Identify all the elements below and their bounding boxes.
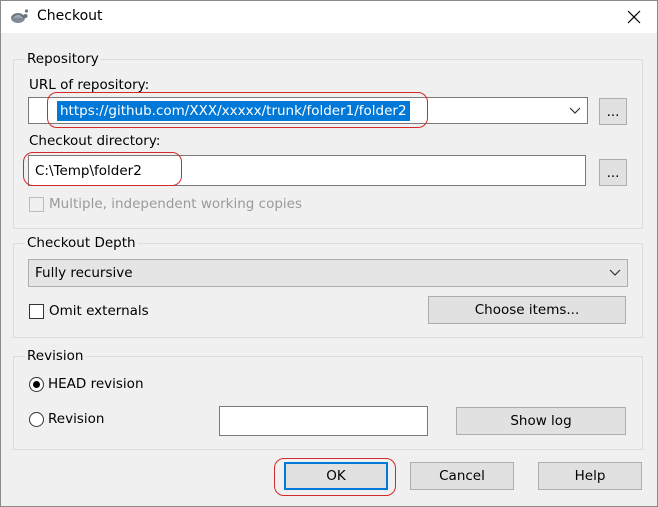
window-title: Checkout: [37, 8, 103, 24]
chevron-down-icon: [609, 269, 621, 276]
revision-label: Revision: [48, 411, 105, 427]
omit-externals-checkbox[interactable]: [29, 304, 44, 319]
show-log-button[interactable]: Show log: [456, 407, 626, 435]
choose-items-button[interactable]: Choose items...: [428, 296, 626, 324]
head-revision-label: HEAD revision: [48, 376, 144, 392]
omit-externals-label: Omit externals: [49, 303, 149, 319]
multiple-copies-checkbox[interactable]: [29, 197, 44, 212]
url-value: https://github.com/XXX/xxxxx/trunk/folde…: [57, 100, 410, 121]
tortoise-icon: [11, 9, 29, 23]
revision-radio[interactable]: [29, 412, 44, 427]
multiple-copies-label: Multiple, independent working copies: [49, 196, 303, 212]
checkout-directory-value: C:\Temp\folder2: [35, 162, 142, 179]
help-button[interactable]: Help: [538, 462, 642, 490]
cancel-button[interactable]: Cancel: [410, 462, 514, 490]
url-label: URL of repository:: [29, 77, 150, 93]
checkout-depth-group-label: Checkout Depth: [25, 235, 138, 251]
ok-button[interactable]: OK: [284, 462, 388, 490]
close-icon: [627, 10, 641, 24]
checkout-dialog: Checkout Repository URL of repository: h…: [0, 0, 658, 507]
chevron-down-icon: [569, 107, 581, 114]
revision-field[interactable]: [219, 406, 428, 436]
revision-group-label: Revision: [25, 348, 86, 364]
checkout-directory-label: Checkout directory:: [29, 133, 161, 149]
browse-url-button[interactable]: ...: [599, 98, 627, 125]
url-combobox[interactable]: https://github.com/XXX/xxxxx/trunk/folde…: [28, 97, 588, 124]
browse-directory-button[interactable]: ...: [599, 159, 627, 186]
depth-selected: Fully recursive: [35, 265, 133, 281]
head-revision-radio[interactable]: [29, 377, 44, 392]
close-button[interactable]: [611, 1, 657, 33]
repository-group-label: Repository: [25, 51, 101, 67]
title-bar: Checkout: [1, 1, 657, 33]
checkout-directory-field[interactable]: C:\Temp\folder2: [28, 155, 586, 186]
depth-select[interactable]: Fully recursive: [28, 259, 628, 287]
